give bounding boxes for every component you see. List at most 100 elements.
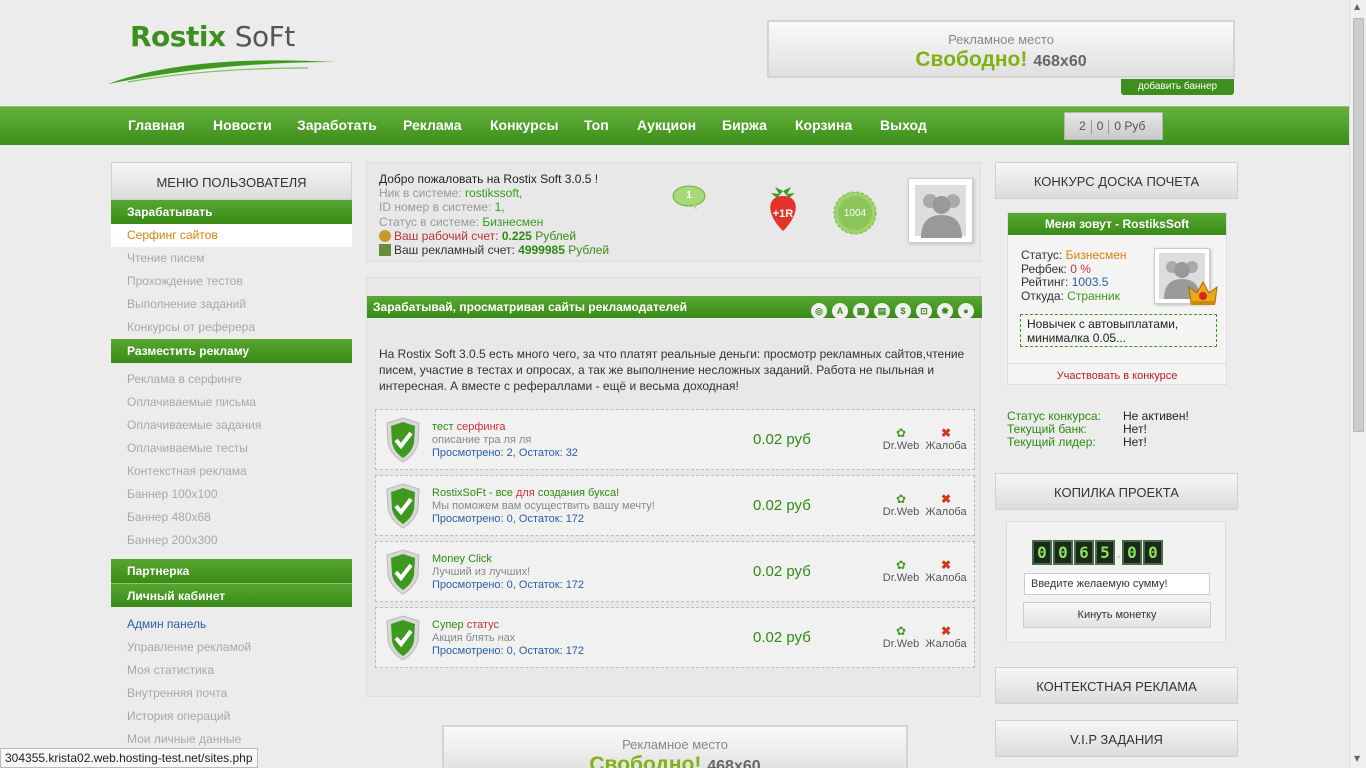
menu-item-history[interactable]: История операций [111, 705, 352, 728]
nav-auction[interactable]: Аукцион [637, 117, 696, 133]
cart-icon[interactable]: ⊡ [916, 303, 932, 319]
nav-logout[interactable]: Выход [880, 117, 927, 133]
welcome-greeting: Добро пожаловать на Rostix Soft 3.0.5 ! [379, 172, 599, 186]
nick-value: rostikssoft, [465, 186, 523, 201]
site-logo[interactable]: Rostix SoFt [108, 18, 338, 88]
surfing-intro: На Rostix Soft 3.0.5 есть много чего, за… [379, 347, 965, 393]
menu-item-admin[interactable]: Админ панель [111, 613, 352, 636]
drweb-check-button[interactable]: ✿ Dr.Web [882, 492, 920, 518]
surf-title-b[interactable]: статус [467, 619, 499, 631]
vip-tasks-title[interactable]: V.I.P ЗАДАНИЯ [995, 720, 1238, 757]
surf-title-c[interactable]: создания букса! [535, 487, 619, 499]
bulb-icon[interactable]: ● [958, 303, 974, 319]
surf-title-b[interactable]: серфинга [457, 421, 506, 433]
menu-item-ref-contests[interactable]: Конкурсы от реферера [111, 316, 352, 339]
menu-item-banner-480[interactable]: Баннер 480x68 [111, 506, 352, 529]
complaint-button[interactable]: ✖ Жалоба [924, 624, 968, 650]
menu-item-surf-ads[interactable]: Реклама в серфинге [111, 368, 352, 391]
menu-item-banner-100[interactable]: Баннер 100x100 [111, 483, 352, 506]
menu-cat-place-ads[interactable]: Разместить рекламу [111, 339, 352, 363]
throw-coin-button[interactable]: Кинуть монетку [1023, 602, 1211, 628]
logo-text-rostix: Rostix [130, 20, 226, 53]
nav-cart[interactable]: Корзина [795, 117, 852, 133]
menu-item-paid-tasks[interactable]: Оплачиваемые задания [111, 414, 352, 437]
menu-item-paid-letters[interactable]: Оплачиваемые письма [111, 391, 352, 414]
counter-digit: 0 [1143, 540, 1163, 565]
honor-status-label: Статус: [1021, 248, 1063, 262]
ad-free-label: Свободно! [915, 48, 1028, 71]
nav-contests[interactable]: Конкурсы [490, 117, 558, 133]
menu-item-tasks[interactable]: Выполнение заданий [111, 293, 352, 316]
surf-row[interactable]: Супер статус Акция блять нах Просмотрено… [375, 607, 975, 668]
drweb-check-button[interactable]: ✿ Dr.Web [882, 558, 920, 584]
nav-top[interactable]: Топ [584, 117, 609, 133]
menu-cat-cabinet[interactable]: Личный кабинет [111, 583, 352, 607]
nav-home[interactable]: Главная [128, 117, 185, 133]
scroll-down-icon[interactable]: ▼ [1354, 754, 1360, 763]
menu-item-banner-200[interactable]: Баннер 200x300 [111, 529, 352, 552]
honor-board-title: КОНКУРС ДОСКА ПОЧЕТА [995, 162, 1238, 199]
surf-title-a[interactable]: Супер [432, 619, 467, 631]
surf-title-b[interactable]: для [516, 487, 535, 499]
dollar-icon[interactable]: $ [895, 303, 911, 319]
close-icon: ✖ [940, 624, 952, 638]
menu-item-context-ads[interactable]: Контекстная реклама [111, 460, 352, 483]
gear-icon[interactable]: ✹ [937, 303, 953, 319]
donation-amount-input[interactable]: Введите желаемую сумму! [1024, 573, 1210, 595]
nav-ads[interactable]: Реклама [403, 117, 462, 133]
surf-title-a[interactable]: Money Click [432, 553, 492, 565]
surf-price: 0.02 руб [753, 431, 811, 448]
drweb-check-button[interactable]: ✿ Dr.Web [882, 624, 920, 650]
menu-item-paid-tests[interactable]: Оплачиваемые тесты [111, 437, 352, 460]
cart-summary[interactable]: 20 0 Руб [1064, 112, 1163, 140]
menu-item-tests[interactable]: Прохождение тестов [111, 270, 352, 293]
nav-earn[interactable]: Заработать [297, 117, 377, 133]
status-label: Статус в системе: [379, 214, 479, 229]
menu-item-stats[interactable]: Моя статистика [111, 659, 352, 682]
complaint-button[interactable]: ✖ Жалоба [924, 492, 968, 518]
user-avatar[interactable] [908, 178, 973, 243]
scroll-thumb[interactable] [1353, 18, 1364, 432]
drweb-spider-icon: ✿ [895, 624, 907, 638]
page-scrollbar[interactable]: ▲ ▼ [1349, 0, 1366, 768]
menu-cat-earn[interactable]: Зарабатывать [111, 200, 352, 224]
table-icon[interactable]: ▦ [853, 303, 869, 319]
drweb-check-button[interactable]: ✿ Dr.Web [882, 426, 920, 452]
menu-item-letters[interactable]: Чтение писем [111, 247, 352, 270]
complaint-button[interactable]: ✖ Жалоба [924, 426, 968, 452]
nav-exchange[interactable]: Биржа [722, 117, 767, 133]
menu-item-manage-ads[interactable]: Управление рекламой [111, 636, 352, 659]
add-banner-button[interactable]: добавить баннер [1121, 79, 1234, 95]
user-menu-title: МЕНЮ ПОЛЬЗОВАТЕЛЯ [111, 162, 352, 200]
honor-board-panel: КОНКУРС ДОСКА ПОЧЕТА [995, 162, 1238, 199]
bricks-icon[interactable]: ▤ [874, 303, 890, 319]
shield-check-icon [386, 417, 420, 463]
surf-row[interactable]: тест серфинга описание тра ля ля Просмот… [375, 409, 975, 470]
nick-label: Ник в системе: [379, 186, 462, 201]
surfing-section: Зарабатывай, просматривая сайты рекламод… [366, 277, 982, 697]
logo-swoosh-icon [108, 60, 336, 84]
context-ads-title[interactable]: КОНТЕКСТНАЯ РЕКЛАМА [995, 667, 1238, 704]
surf-row[interactable]: Money Click Лучший из лучших! Просмотрен… [375, 541, 975, 602]
ad-account-label: Ваш рекламный счет: [394, 243, 515, 258]
surf-stats: Просмотрено: 0, Остаток: 172 [432, 645, 585, 657]
adv-icon[interactable]: A [832, 303, 848, 319]
surf-row[interactable]: RostixSoFt - все для создания букса! Мы … [375, 475, 975, 536]
menu-item-surfing[interactable]: Серфинг сайтов [111, 224, 352, 247]
participate-link[interactable]: Участвовать в конкурсе [1008, 363, 1226, 382]
surf-price: 0.02 руб [753, 497, 811, 514]
menu-item-mail[interactable]: Внутренняя почта [111, 682, 352, 705]
honor-status: Бизнесмен [1065, 248, 1127, 262]
drweb-label: Dr.Web [882, 572, 920, 584]
bottom-ad-banner[interactable]: Рекламное место Свободно! 468x60 [442, 725, 908, 768]
scroll-up-icon[interactable]: ▲ [1354, 2, 1360, 11]
globe-icon[interactable]: ◎ [811, 303, 827, 319]
complaint-button[interactable]: ✖ Жалоба [924, 558, 968, 584]
top-ad-banner[interactable]: Рекламное место Свободно! 468x60 [767, 20, 1235, 78]
nav-news[interactable]: Новости [213, 117, 272, 133]
counter-digit: 0 [1032, 540, 1052, 565]
surf-title-a[interactable]: RostixSoFt - все [432, 487, 516, 499]
menu-cat-partner[interactable]: Партнерка [111, 559, 352, 583]
surf-title-a[interactable]: тест [432, 421, 457, 433]
cart-amount: 0 Руб [1114, 119, 1146, 133]
